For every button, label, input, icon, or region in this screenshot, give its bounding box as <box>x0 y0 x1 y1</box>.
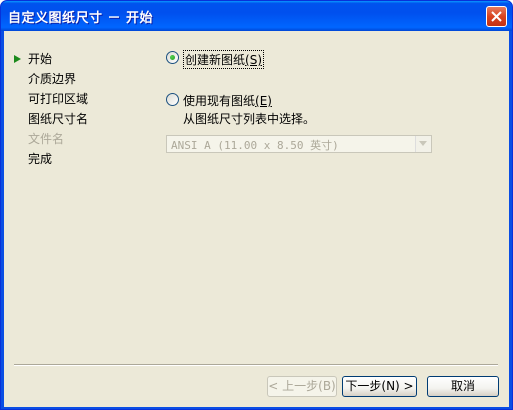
step-start: 开始 <box>14 49 88 69</box>
dialog-window: 自定义图纸尺寸 － 开始 开始 介质边界 可打印区域 图纸尺寸名 文件名 完成 … <box>0 0 513 410</box>
wizard-steps: 开始 介质边界 可打印区域 图纸尺寸名 文件名 完成 <box>14 49 88 169</box>
step-finish: 完成 <box>28 152 53 166</box>
title-bar[interactable]: 自定义图纸尺寸 － 开始 <box>1 1 512 31</box>
close-icon <box>491 11 502 22</box>
cancel-button[interactable]: 取消 <box>427 376 499 397</box>
back-button[interactable]: < 上一步(B) <box>267 376 337 397</box>
use-existing-radio[interactable] <box>166 93 179 106</box>
chevron-down-icon <box>419 141 427 146</box>
step-printable-area: 可打印区域 <box>28 92 89 106</box>
window-title: 自定义图纸尺寸 － 开始 <box>8 11 154 26</box>
create-new-label[interactable]: 创建新图纸(S) <box>183 50 264 69</box>
step-media-bounds: 介质边界 <box>28 72 77 86</box>
paper-size-value: ANSI A (11.00 x 8.50 英寸) <box>171 139 339 152</box>
radio-selected-dot-icon <box>170 55 175 60</box>
dialog-body: 开始 介质边界 可打印区域 图纸尺寸名 文件名 完成 创建新图纸(S) 使用现有… <box>4 31 509 407</box>
close-button[interactable] <box>486 6 507 27</box>
step-file-name: 文件名 <box>28 132 65 146</box>
next-button[interactable]: 下一步(N) > <box>342 376 417 397</box>
step-paper-size-name: 图纸尺寸名 <box>28 112 89 126</box>
list-hint: 从图纸尺寸列表中选择。 <box>183 112 316 126</box>
use-existing-label[interactable]: 使用现有图纸(E) <box>183 92 272 109</box>
paper-size-select[interactable]: ANSI A (11.00 x 8.50 英寸) <box>166 135 432 153</box>
button-separator <box>14 364 498 366</box>
current-step-arrow-icon <box>14 55 21 63</box>
dropdown-button[interactable] <box>415 136 431 152</box>
create-new-radio[interactable] <box>166 51 179 64</box>
